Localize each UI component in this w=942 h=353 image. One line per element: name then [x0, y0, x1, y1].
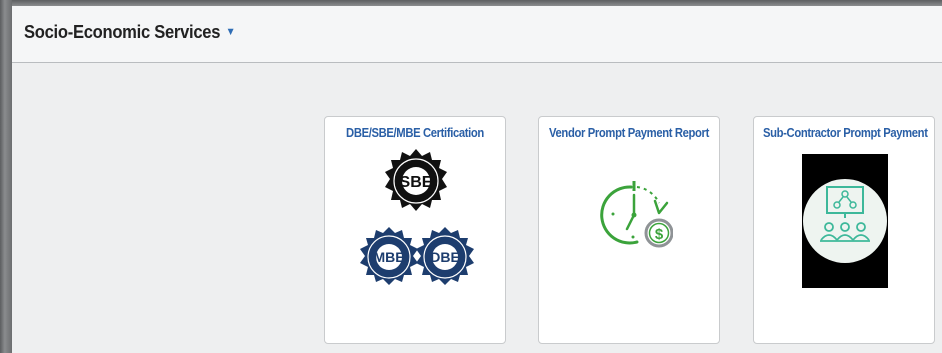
caret-down-icon: ▼ [225, 26, 236, 39]
page-title: Socio-Economic Services [24, 22, 221, 42]
tile-subcontractor-prompt-payment[interactable]: Sub-Contractor Prompt Payment [753, 116, 935, 344]
seal-label: MBE [373, 249, 404, 265]
seal-label: SBE [400, 174, 433, 191]
services-dropdown[interactable]: Socio-Economic Services ▼ [24, 22, 236, 43]
page-header: Socio-Economic Services ▼ [12, 6, 942, 63]
clock-payment-icon: $ [600, 181, 673, 248]
currency-symbol: $ [655, 226, 664, 243]
seal-label: DBE [430, 249, 460, 265]
main-panel: Socio-Economic Services ▼ DBE/SBE/MBE Cer… [12, 6, 942, 353]
window-frame-left [0, 0, 12, 353]
team-presentation-icon [802, 154, 888, 288]
tile-certification[interactable]: DBE/SBE/MBE Certification SBE MBE DBE [324, 116, 506, 344]
tile-title: Vendor Prompt Payment Report [549, 126, 709, 140]
tile-title: Sub-Contractor Prompt Payment [763, 126, 928, 140]
tile-title: DBE/SBE/MBE Certification [346, 126, 484, 140]
tile-vendor-prompt-payment[interactable]: Vendor Prompt Payment Report $ [538, 116, 720, 344]
certification-seals-icon: SBE MBE DBE [360, 149, 474, 285]
